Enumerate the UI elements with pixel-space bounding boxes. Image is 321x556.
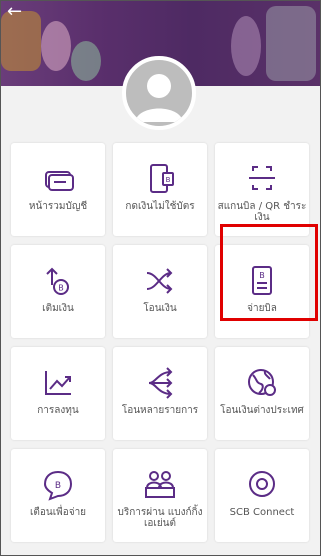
menu-tile-investment[interactable]: การลงทุน (11, 347, 105, 440)
menu-label: เตือนเพื่อจ่าย (29, 507, 87, 518)
svg-text:B: B (58, 284, 64, 293)
atm-cardless-icon: B (150, 164, 174, 193)
topup-icon: B (46, 267, 69, 295)
menu-tile-scan-qr[interactable]: สแกนบิล / QR ชำระเงิน (215, 143, 309, 236)
menu-tile-scb-connect[interactable]: SCB Connect (215, 449, 309, 542)
scb-connect-icon (249, 471, 275, 497)
menu-label: หน้ารวมบัญชี (28, 201, 88, 212)
menu-label: เติมเงิน (42, 303, 74, 314)
highlight-box (220, 224, 318, 321)
account-card-icon (45, 171, 74, 191)
menu-label: กดเงินไม่ใช้บัตร (125, 201, 195, 212)
menu-label: บริการผ่าน แบงก์กิ้งเอเย่นต์ (117, 507, 203, 529)
remind-pay-icon: B (43, 470, 73, 501)
transfer-icon (146, 268, 173, 294)
menu-label: โอนเงิน (143, 303, 177, 314)
menu-tile-accounts[interactable]: หน้ารวมบัญชี (11, 143, 105, 236)
svg-text:B: B (55, 481, 61, 491)
investment-chart-icon (45, 371, 71, 395)
menu-label: โอนหลายรายการ (121, 405, 199, 416)
globe-transfer-icon (248, 369, 276, 396)
menu-tile-transfer[interactable]: โอนเงิน (113, 245, 207, 338)
back-arrow-icon[interactable]: ← (7, 3, 22, 21)
menu-label: โอนเงินต่างประเทศ (220, 405, 304, 416)
menu-tile-cardless-atm[interactable]: B กดเงินไม่ใช้บัตร (113, 143, 207, 236)
menu-label: SCB Connect (229, 507, 295, 518)
svg-text:B: B (166, 176, 171, 184)
menu-label: การลงทุน (37, 405, 79, 416)
menu-tile-multi-transfer[interactable]: โอนหลายรายการ (113, 347, 207, 440)
menu-tile-remind-pay[interactable]: B เตือนเพื่อจ่าย (11, 449, 105, 542)
menu-tile-topup[interactable]: B เติมเงิน (11, 245, 105, 338)
user-avatar-icon[interactable] (122, 56, 196, 130)
menu-tile-banking-agent[interactable]: บริการผ่าน แบงก์กิ้งเอเย่นต์ (113, 449, 207, 542)
banking-agent-icon (145, 471, 175, 498)
app-screen: ← หน้ารวมบัญชี B กดเงินไม่ใช้บัตร สแกนบิ… (0, 0, 321, 556)
menu-tile-international-transfer[interactable]: โอนเงินต่างประเทศ (215, 347, 309, 440)
multi-transfer-icon (148, 367, 173, 399)
menu-label: สแกนบิล / QR ชำระเงิน (217, 201, 307, 223)
qr-scan-icon (249, 166, 275, 190)
